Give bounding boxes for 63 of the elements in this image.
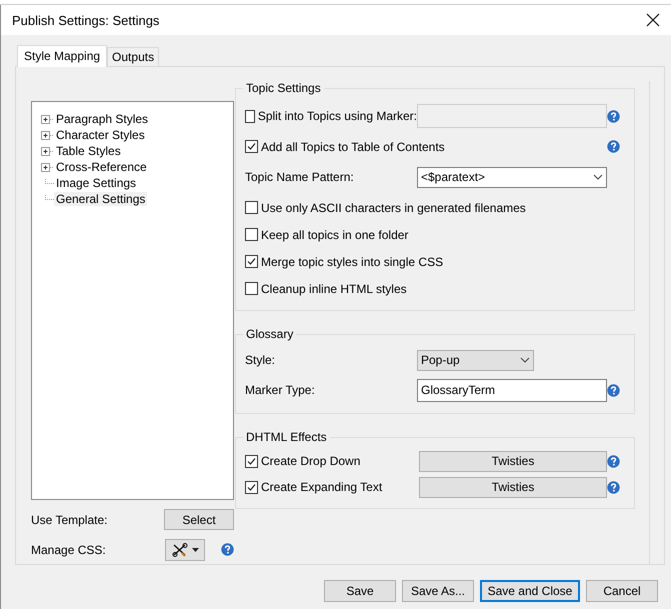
checkbox[interactable] [245,255,258,268]
checkbox-label: Create Drop Down [261,454,360,468]
tools-icon [172,542,188,557]
chevron-down-icon [593,174,603,180]
template-label: Use Template: [31,512,108,527]
twisties-button[interactable]: Twisties [419,450,607,472]
help-icon[interactable] [607,480,620,494]
check-icon [247,456,256,466]
check-icon [247,142,256,151]
chevron-down-icon [520,357,530,363]
expand-icon[interactable] [41,162,54,172]
checkbox[interactable] [245,140,258,153]
checkbox[interactable] [245,454,258,468]
manage-css-label: Manage CSS: [31,542,106,557]
window-title: Publish Settings: Settings [12,12,160,28]
help-icon[interactable] [607,454,620,468]
tree-item[interactable]: Paragraph Styles [54,112,150,126]
dialog-button[interactable]: Cancel [586,580,658,602]
group-title: Topic Settings [245,81,322,95]
caret-icon [192,548,198,552]
tree-item[interactable]: Cross-Reference [54,160,149,174]
checkbox[interactable] [245,201,258,214]
dialog-button[interactable]: Save As... [402,580,474,602]
help-icon[interactable] [221,543,234,556]
checkbox-label: Use only ASCII characters in generated filenames [261,200,526,214]
select-button[interactable]: Select [164,509,234,530]
checkbox[interactable] [245,480,258,494]
pattern-combo-box[interactable]: <$paratext> [417,166,607,188]
help-icon[interactable] [607,384,620,396]
tree-item[interactable]: General Settings [54,192,148,206]
checkbox[interactable] [245,282,258,295]
dialog-button[interactable]: Save and Close [480,580,580,602]
check-icon [247,482,256,492]
marker-type-field[interactable]: GlossaryTerm [417,378,607,402]
group-title: DHTML Effects [245,430,328,444]
checkbox[interactable] [245,228,258,241]
tab[interactable]: Outputs [107,47,160,66]
tree-item[interactable]: Image Settings [54,176,138,190]
checkbox-label: Add all Topics to Table of Contents [261,140,445,154]
tools-menu-button[interactable] [165,538,205,561]
tree-item[interactable]: Table Styles [54,144,123,158]
checkbox-label: Create Expanding Text [261,480,382,494]
group-title: Glossary [245,327,294,341]
expand-icon[interactable] [41,146,54,156]
field-label: Style: [245,353,276,367]
help-icon[interactable] [607,140,620,153]
field-label: Marker Type: [245,383,316,397]
tab[interactable]: Style Mapping [17,45,108,67]
expand-icon[interactable] [41,114,54,124]
checkbox-label: Split into Topics using Marker: [258,109,417,123]
close-icon [646,13,660,27]
checkbox-label: Keep all topics in one folder [261,228,408,242]
style-dropdown[interactable]: Pop-up [417,350,534,370]
help-icon[interactable] [607,110,620,122]
dialog-button[interactable]: Save [324,580,396,602]
check-icon [247,257,256,266]
checkbox[interactable] [245,110,255,122]
checkbox-label: Merge topic styles into single CSS [261,254,444,268]
expand-icon[interactable] [41,130,54,140]
tree-item[interactable]: Character Styles [54,128,147,142]
field-label: Topic Name Pattern: [245,170,355,184]
twisties-button[interactable]: Twisties [419,476,607,498]
checkbox-label: Cleanup inline HTML styles [261,282,407,296]
